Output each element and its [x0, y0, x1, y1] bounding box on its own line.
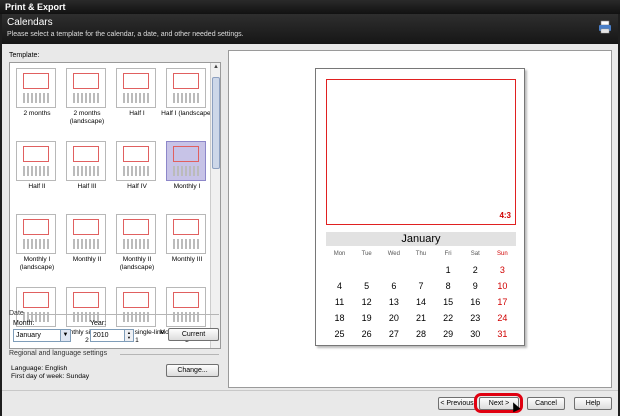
change-button[interactable]: Change...: [166, 364, 219, 377]
page-subtitle: Please select a template for the calenda…: [7, 31, 244, 38]
wizard-footer: < Previous Next > Cancel Help: [2, 390, 618, 416]
template-thumbnail: [166, 141, 206, 181]
weekday-label: Mon: [333, 251, 346, 257]
template-thumbnail: [166, 214, 206, 254]
day-cell: 26: [361, 329, 372, 339]
weekday-label: Sun: [497, 251, 508, 257]
photo-placeholder: 4:3: [326, 79, 516, 225]
current-button[interactable]: Current: [168, 328, 219, 341]
date-group-divider: [29, 314, 219, 315]
template-label: Template:: [9, 52, 40, 59]
weekday-label: Tue: [361, 251, 372, 257]
wizard-header: Calendars Please select a template for t…: [2, 14, 618, 44]
template-thumbnail: [116, 141, 156, 181]
language-info: Language: English First day of week: Sun…: [11, 365, 89, 381]
template-thumbnail: [116, 68, 156, 108]
month-label: Month:: [13, 320, 35, 327]
page-title: Calendars: [7, 17, 53, 28]
day-cell: 12: [361, 297, 372, 307]
day-cell: 28: [415, 329, 426, 339]
day-cell: 13: [388, 297, 399, 307]
spin-arrows-icon[interactable]: ▲ ▼: [124, 330, 133, 341]
day-cell: 31: [497, 329, 508, 339]
day-cell: 14: [415, 297, 426, 307]
help-button[interactable]: Help: [574, 397, 612, 410]
template-thumbnail: [116, 287, 156, 327]
month-select[interactable]: January ▼: [13, 329, 71, 342]
template-name: Half I (landscape): [161, 110, 213, 117]
day-cell: 8: [445, 281, 451, 291]
day-cell: 11: [334, 297, 345, 307]
scroll-up-icon[interactable]: ▲: [212, 64, 220, 74]
day-cell: 15: [443, 297, 454, 307]
regional-group-label: Regional and language settings: [9, 350, 108, 357]
template-thumbnail: [116, 214, 156, 254]
year-value: 2010: [93, 332, 109, 339]
cancel-button[interactable]: Cancel: [527, 397, 565, 410]
template-thumbnail: [16, 141, 56, 181]
wizard-body: Template: 2 months 2 months (landscape) Ha…: [2, 44, 618, 390]
day-cell: 9: [472, 281, 478, 291]
previous-button[interactable]: < Previous: [438, 397, 476, 410]
year-label: Year:: [90, 320, 107, 327]
print-export-window: Print & Export Calendars Please select a…: [0, 0, 620, 416]
day-cell: 4: [337, 281, 343, 291]
day-cell: 17: [497, 297, 508, 307]
day-cell: 21: [415, 313, 426, 323]
day-cell: 5: [364, 281, 370, 291]
month-name: January: [326, 232, 516, 246]
day-cell: 30: [470, 329, 481, 339]
weekday-label: Fri: [444, 251, 452, 257]
template-thumbnail: [16, 68, 56, 108]
calendar-preview-page: 4:3 January Mon Tue Wed Thu Fri Sat Sun 123456…: [315, 68, 525, 346]
weekday-label: Wed: [387, 251, 400, 257]
day-cell: 19: [361, 313, 372, 323]
template-name: Monthly I: [173, 183, 201, 190]
template-name: Monthly III: [171, 256, 203, 263]
day-cell: 20: [388, 313, 399, 323]
year-stepper[interactable]: 2010 ▲ ▼: [90, 329, 134, 342]
template-thumbnail: [166, 68, 206, 108]
scrollbar-thumb[interactable]: [212, 77, 220, 169]
template-thumbnail: [166, 287, 206, 327]
day-cell: 7: [418, 281, 424, 291]
template-thumbnail: [16, 214, 56, 254]
chevron-down-icon[interactable]: ▼: [60, 330, 70, 341]
day-cell: 22: [443, 313, 454, 323]
day-cell: 23: [470, 313, 481, 323]
window-titlebar: Print & Export: [0, 0, 620, 14]
template-grid: 2 months 2 months (landscape) Half I Half I…: [9, 62, 221, 349]
day-cell: 6: [391, 281, 397, 291]
window-title: Print & Export: [5, 2, 66, 12]
day-cell: 1: [445, 265, 451, 275]
day-cell: 3: [499, 265, 505, 275]
month-value: January: [16, 332, 41, 339]
day-cell: 2: [472, 265, 478, 275]
day-cell: 29: [443, 329, 454, 339]
template-thumbnail: [66, 214, 106, 254]
template-thumbnail: [66, 141, 106, 181]
weekday-label: Thu: [415, 251, 427, 257]
first-day-text: First day of week: Sunday: [11, 373, 90, 380]
weekday-label: Sat: [470, 251, 480, 257]
template-thumbnail: [66, 68, 106, 108]
day-cell: 24: [497, 313, 508, 323]
date-group-label: Date: [9, 310, 24, 317]
preview-panel: 4:3 January Mon Tue Wed Thu Fri Sat Sun 123456…: [228, 50, 612, 388]
language-text: Language: English: [11, 365, 68, 372]
regional-group-divider: [120, 354, 219, 355]
aspect-ratio-label: 4:3: [499, 211, 511, 220]
day-cell: 18: [334, 313, 345, 323]
day-cell: 10: [497, 281, 508, 291]
day-cell: 16: [470, 297, 481, 307]
template-scrollbar[interactable]: ▲ ▼: [210, 63, 220, 348]
day-cell: 25: [334, 329, 345, 339]
day-cell: 27: [388, 329, 399, 339]
printer-icon: [599, 20, 611, 34]
settings-panel: Template: 2 months 2 months (landscape) Ha…: [2, 44, 226, 390]
